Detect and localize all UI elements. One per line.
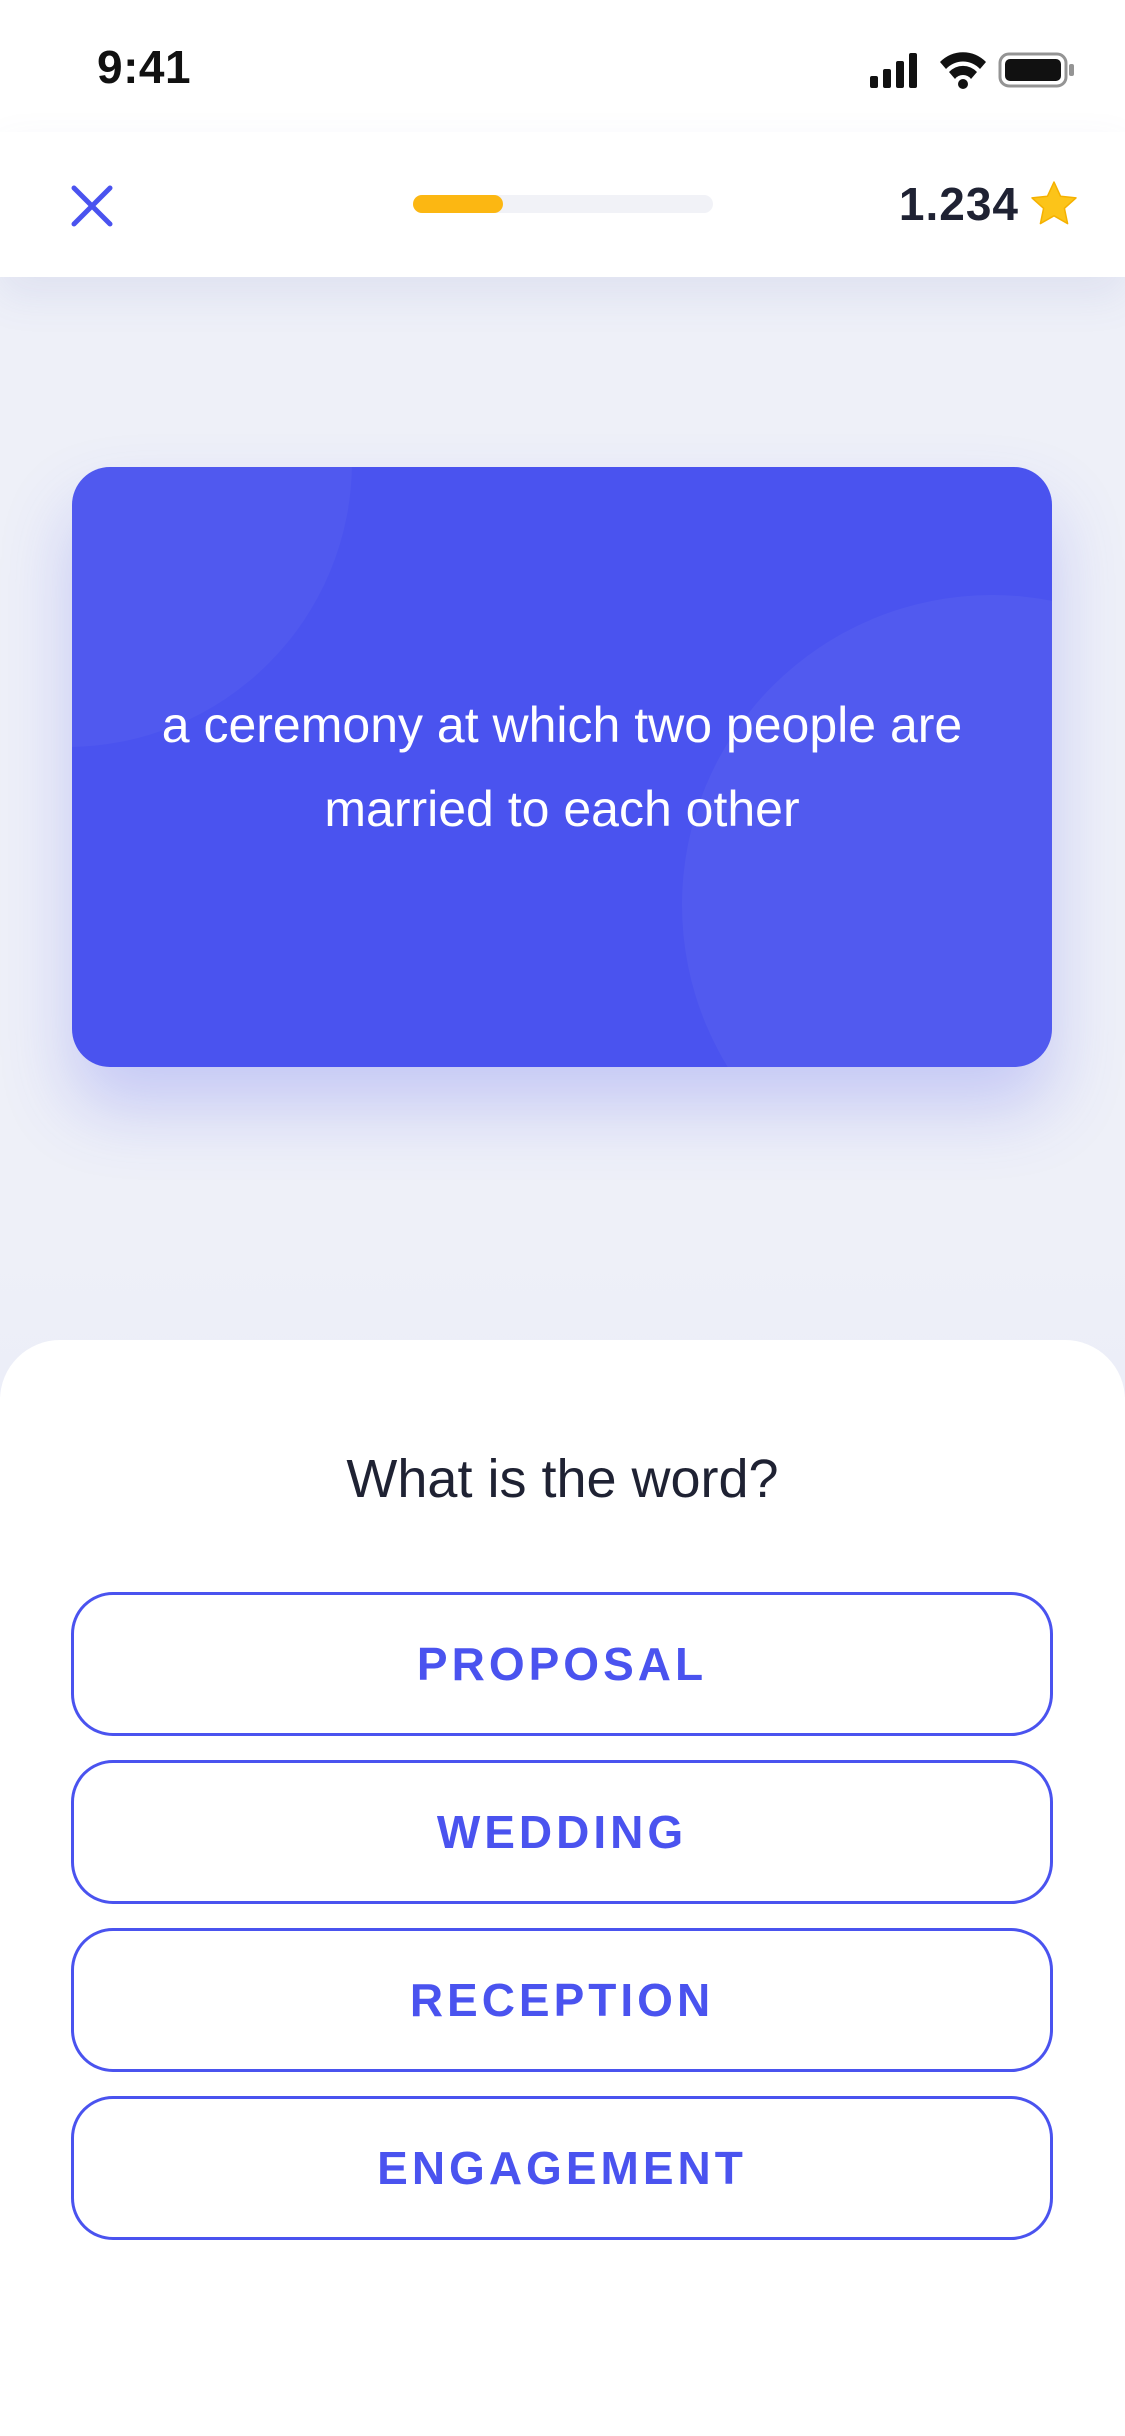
progress-fill	[413, 195, 503, 213]
answer-option-reception[interactable]: RECEPTION	[71, 1928, 1053, 2072]
status-time: 9:41	[97, 41, 192, 93]
answer-sheet: What is the word? PROPOSAL WEDDING RECEP…	[0, 1340, 1125, 2436]
score-value: 1.234	[898, 178, 1019, 230]
definition-text: a ceremony at which two people are marri…	[161, 697, 963, 837]
definition-card: a ceremony at which two people are marri…	[72, 467, 1052, 1067]
answer-label: WEDDING	[436, 1806, 688, 1858]
answer-label: RECEPTION	[409, 1974, 715, 2026]
quiz-screen: 9:41 a ceremony at which two people are …	[0, 0, 1125, 2436]
card-area: a ceremony at which two people are marri…	[0, 277, 1125, 1397]
star-icon	[1031, 181, 1077, 225]
answer-label: ENGAGEMENT	[377, 2142, 747, 2194]
status-icons	[870, 48, 1080, 92]
answer-label: PROPOSAL	[416, 1638, 708, 1690]
answer-option-proposal[interactable]: PROPOSAL	[71, 1592, 1053, 1736]
close-button[interactable]	[60, 174, 124, 238]
score: 1.234	[899, 172, 1079, 236]
progress-bar	[413, 195, 713, 213]
wifi-icon	[940, 52, 986, 89]
cellular-signal-icon	[870, 53, 917, 88]
battery-icon	[998, 52, 1074, 88]
answer-option-wedding[interactable]: WEDDING	[71, 1760, 1053, 1904]
close-icon	[71, 185, 113, 227]
status-bar: 9:41	[0, 0, 1125, 132]
top-nav: 1.234	[0, 132, 1125, 277]
answer-option-engagement[interactable]: ENGAGEMENT	[71, 2096, 1053, 2240]
question-title: What is the word?	[346, 1449, 779, 1509]
